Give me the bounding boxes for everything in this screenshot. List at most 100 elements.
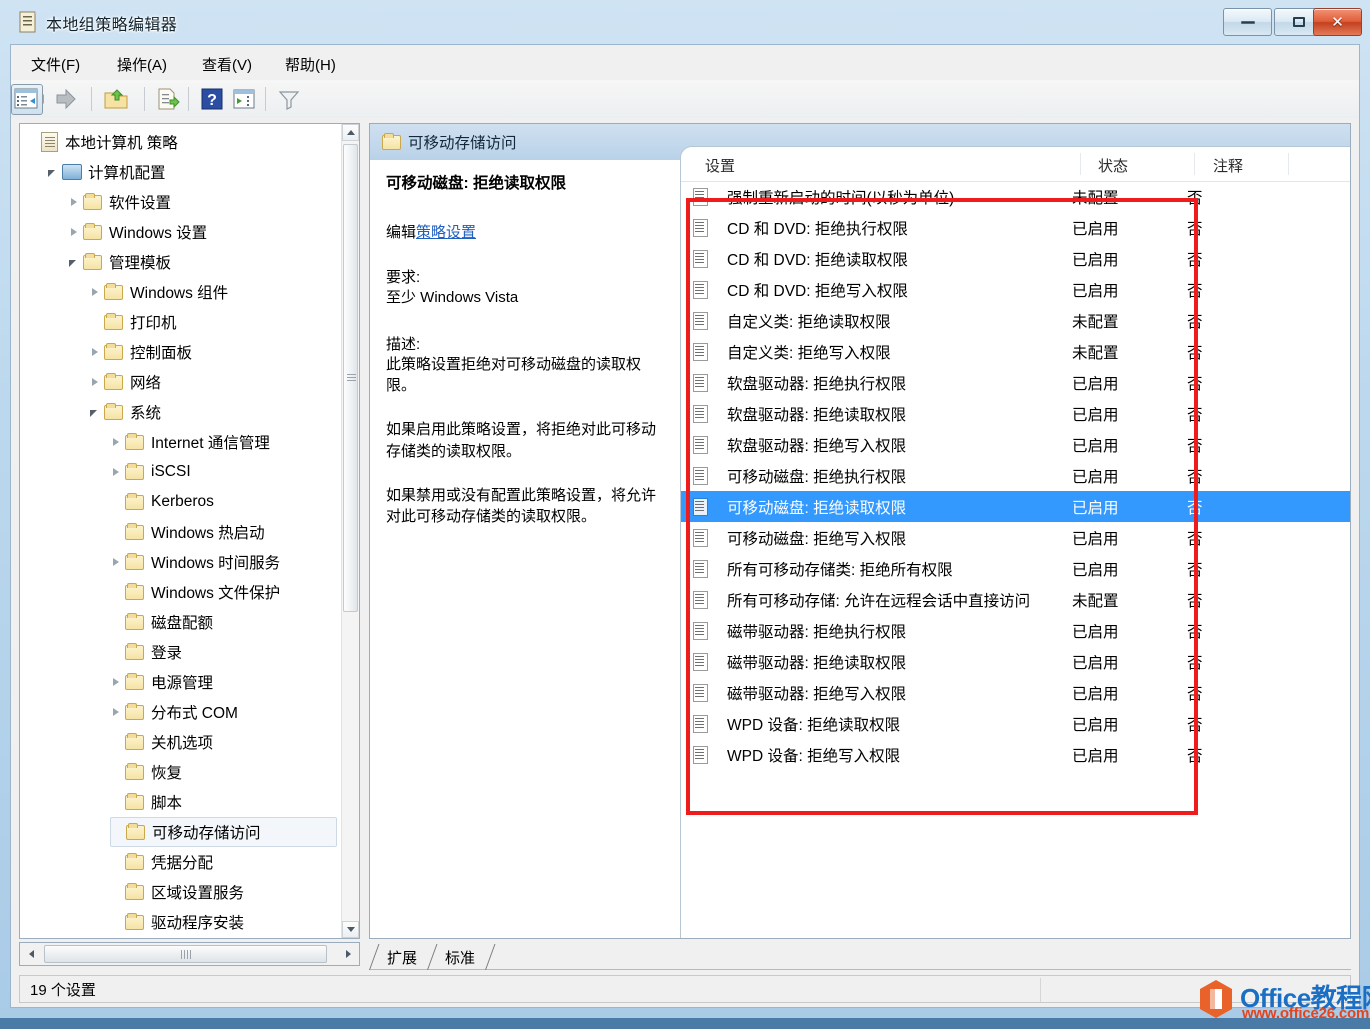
tree-item-4[interactable]: Windows 组件 xyxy=(89,277,337,307)
tree-expander[interactable] xyxy=(110,736,123,749)
tree-item-10[interactable]: iSCSI xyxy=(110,457,337,487)
settings-row[interactable]: 强制重新启动的时间(以秒为单位)未配置否 xyxy=(681,181,1350,212)
tree-item-20[interactable]: 恢复 xyxy=(110,757,337,787)
tree-expander[interactable] xyxy=(47,166,60,179)
tree-expander[interactable] xyxy=(111,826,124,839)
tree-item-25[interactable]: 驱动程序安装 xyxy=(110,907,337,937)
tree-expander[interactable] xyxy=(110,466,123,479)
tree-expander[interactable] xyxy=(110,886,123,899)
forward-arrow-icon[interactable] xyxy=(53,86,79,112)
menu-view[interactable]: 查看(V) xyxy=(196,52,258,77)
settings-row[interactable]: 磁带驱动器: 拒绝写入权限已启用否 xyxy=(681,677,1350,708)
tree-item-7[interactable]: 网络 xyxy=(89,367,337,397)
tree-item-14[interactable]: Windows 文件保护 xyxy=(110,577,337,607)
tree-hscroll-thumb[interactable] xyxy=(44,945,327,963)
tree-expander[interactable] xyxy=(110,586,123,599)
export-icon[interactable] xyxy=(154,86,180,112)
tree-expander[interactable] xyxy=(110,766,123,779)
tree-item-8[interactable]: 系统 xyxy=(89,397,337,427)
tree-expander[interactable] xyxy=(68,256,81,269)
tree-item-18[interactable]: 分布式 COM xyxy=(110,697,337,727)
tree-expander[interactable] xyxy=(68,226,81,239)
tree-expander[interactable] xyxy=(89,346,102,359)
tree-expander[interactable] xyxy=(89,286,102,299)
tree-expander[interactable] xyxy=(110,706,123,719)
navigation-tree-pane[interactable]: 本地计算机 策略计算机配置软件设置Windows 设置管理模板Windows 组… xyxy=(19,123,360,939)
tree-expander[interactable] xyxy=(26,136,39,149)
help-icon[interactable]: ? xyxy=(199,86,225,112)
settings-row[interactable]: 自定义类: 拒绝写入权限未配置否 xyxy=(681,336,1350,367)
scroll-down-button[interactable] xyxy=(342,921,359,938)
settings-row[interactable]: 磁带驱动器: 拒绝执行权限已启用否 xyxy=(681,615,1350,646)
tree-expander[interactable] xyxy=(110,496,123,509)
settings-row[interactable]: 可移动磁盘: 拒绝读取权限已启用否 xyxy=(681,491,1350,522)
column-header-state[interactable]: 状态 xyxy=(1098,155,1128,176)
tree-item-19[interactable]: 关机选项 xyxy=(110,727,337,757)
settings-row[interactable]: 可移动磁盘: 拒绝执行权限已启用否 xyxy=(681,460,1350,491)
tree-item-9[interactable]: Internet 通信管理 xyxy=(110,427,337,457)
tree-item-21[interactable]: 脚本 xyxy=(110,787,337,817)
properties-icon[interactable] xyxy=(231,86,257,112)
tree-expander[interactable] xyxy=(110,856,123,869)
menu-action[interactable]: 操作(A) xyxy=(111,52,173,77)
settings-list-panel[interactable]: 设置 状态 注释 强制重新启动的时间(以秒为单位)未配置否CD 和 DVD: 拒… xyxy=(680,146,1350,938)
settings-row[interactable]: CD 和 DVD: 拒绝执行权限已启用否 xyxy=(681,212,1350,243)
tree-item-15[interactable]: 磁盘配额 xyxy=(110,607,337,637)
scroll-left-button[interactable] xyxy=(21,944,41,964)
tree-item-1[interactable]: 软件设置 xyxy=(68,187,337,217)
tree-item-2[interactable]: Windows 设置 xyxy=(68,217,337,247)
folder-up-icon[interactable] xyxy=(103,86,129,112)
tree-expander[interactable] xyxy=(110,526,123,539)
settings-row[interactable]: 可移动磁盘: 拒绝写入权限已启用否 xyxy=(681,522,1350,553)
settings-row[interactable]: 软盘驱动器: 拒绝读取权限已启用否 xyxy=(681,398,1350,429)
scroll-right-button[interactable] xyxy=(338,944,358,964)
tree-item-24[interactable]: 区域设置服务 xyxy=(110,877,337,907)
show-tree-icon[interactable] xyxy=(11,84,43,115)
settings-row[interactable]: 磁带驱动器: 拒绝读取权限已启用否 xyxy=(681,646,1350,677)
tree-expander[interactable] xyxy=(110,616,123,629)
menu-file[interactable]: 文件(F) xyxy=(25,52,86,77)
scroll-up-button[interactable] xyxy=(342,124,359,141)
settings-row[interactable]: WPD 设备: 拒绝读取权限已启用否 xyxy=(681,708,1350,739)
tree-item-11[interactable]: Kerberos xyxy=(110,487,337,517)
tree-item-5[interactable]: 打印机 xyxy=(89,307,337,337)
tree-expander[interactable] xyxy=(110,796,123,809)
tree-expander[interactable] xyxy=(110,676,123,689)
tab-standard[interactable]: 标准 xyxy=(439,944,481,970)
settings-row[interactable]: WPD 设备: 拒绝写入权限已启用否 xyxy=(681,739,1350,770)
tree-expander[interactable] xyxy=(89,406,102,419)
title-bar[interactable]: 本地组策略编辑器 ✕ xyxy=(0,0,1370,44)
tab-extended[interactable]: 扩展 xyxy=(381,944,423,970)
tree-expander[interactable] xyxy=(68,196,81,209)
tree-item-22[interactable]: 可移动存储访问 xyxy=(110,817,337,847)
tree-item-6[interactable]: 控制面板 xyxy=(89,337,337,367)
tree-item-26[interactable]: 设备安装 xyxy=(110,937,337,939)
settings-row[interactable]: 自定义类: 拒绝读取权限未配置否 xyxy=(681,305,1350,336)
minimize-button[interactable] xyxy=(1223,8,1272,36)
settings-row[interactable]: 软盘驱动器: 拒绝执行权限已启用否 xyxy=(681,367,1350,398)
tree-item-16[interactable]: 登录 xyxy=(110,637,337,667)
settings-row[interactable]: 软盘驱动器: 拒绝写入权限已启用否 xyxy=(681,429,1350,460)
close-button[interactable]: ✕ xyxy=(1313,8,1362,36)
tree-item-23[interactable]: 凭据分配 xyxy=(110,847,337,877)
tree-item-3[interactable]: 管理模板 xyxy=(68,247,337,277)
policy-setting-link[interactable]: 策略设置 xyxy=(416,224,476,241)
tree-item-0[interactable]: 计算机配置 xyxy=(47,157,337,187)
tree-expander[interactable] xyxy=(110,436,123,449)
tree-horizontal-scrollbar[interactable] xyxy=(19,942,360,966)
settings-row[interactable]: 所有可移动存储: 允许在远程会话中直接访问未配置否 xyxy=(681,584,1350,615)
settings-row[interactable]: 所有可移动存储类: 拒绝所有权限已启用否 xyxy=(681,553,1350,584)
settings-row[interactable]: CD 和 DVD: 拒绝写入权限已启用否 xyxy=(681,274,1350,305)
tree-expander[interactable] xyxy=(89,376,102,389)
tree-expander[interactable] xyxy=(110,556,123,569)
filter-icon[interactable] xyxy=(276,86,302,112)
tree-item-root[interactable]: 本地计算机 策略 xyxy=(20,127,341,157)
settings-row[interactable]: CD 和 DVD: 拒绝读取权限已启用否 xyxy=(681,243,1350,274)
tree-expander[interactable] xyxy=(110,916,123,929)
column-header-comment[interactable]: 注释 xyxy=(1213,155,1243,176)
tree-item-12[interactable]: Windows 热启动 xyxy=(110,517,337,547)
tree-item-13[interactable]: Windows 时间服务 xyxy=(110,547,337,577)
tree-vertical-scrollbar[interactable] xyxy=(341,124,359,938)
tree-expander[interactable] xyxy=(89,316,102,329)
menu-help[interactable]: 帮助(H) xyxy=(279,52,342,77)
